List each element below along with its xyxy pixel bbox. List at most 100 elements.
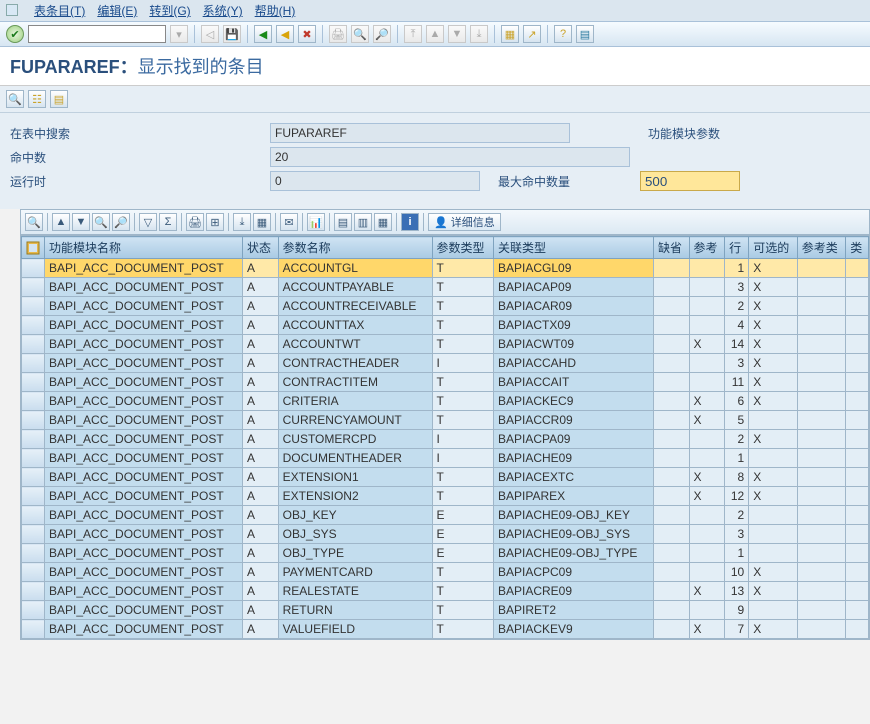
menu-item-system[interactable]: 系统(Y) — [203, 2, 243, 19]
menu-item-goto[interactable]: 转到(G) — [149, 2, 190, 19]
cell — [22, 278, 45, 297]
help-icon[interactable]: ? — [554, 25, 572, 43]
cell: CRITERIA — [278, 392, 432, 411]
refresh-icon[interactable]: 🔍 — [6, 90, 24, 108]
table-row[interactable]: BAPI_ACC_DOCUMENT_POSTAACCOUNTWTTBAPIACW… — [22, 335, 869, 354]
back-icon[interactable]: ◀ — [254, 25, 272, 43]
last-page-icon[interactable]: ⤓ — [470, 25, 488, 43]
cell: A — [243, 354, 279, 373]
col-ref[interactable]: 参考 — [689, 237, 725, 259]
maxhits-label: 最大命中数量 — [490, 173, 640, 190]
col-status[interactable]: 状态 — [243, 237, 279, 259]
cell: X — [749, 620, 798, 639]
cell: BAPI_ACC_DOCUMENT_POST — [45, 449, 243, 468]
next-page-icon[interactable]: ▼ — [448, 25, 466, 43]
command-input[interactable] — [28, 25, 166, 43]
first-page-icon[interactable]: ⤒ — [404, 25, 422, 43]
cell — [689, 563, 725, 582]
prev-page-icon[interactable]: ▲ — [426, 25, 444, 43]
alv-excel-icon[interactable]: ▦ — [253, 213, 271, 231]
cell — [653, 601, 689, 620]
select-all-icon[interactable] — [22, 237, 45, 259]
cell: BAPIACHE09-OBJ_TYPE — [494, 544, 654, 563]
alv-grid: 🔍 ▲ ▼ 🔍 🔎 ▽ Σ 🖨 ⊞ ⤓ ▦ ✉ 📊 ▤ ▥ ▦ i 👤 详细信息 — [20, 209, 870, 640]
col-line[interactable]: 行 — [725, 237, 749, 259]
alv-find-icon[interactable]: 🔍 — [92, 213, 110, 231]
menu-item-entries[interactable]: 表条目(T) — [34, 2, 85, 19]
table-row[interactable]: BAPI_ACC_DOCUMENT_POSTACONTRACTHEADERIBA… — [22, 354, 869, 373]
alv-total-icon[interactable]: Σ — [159, 213, 177, 231]
table-row[interactable]: BAPI_ACC_DOCUMENT_POSTAVALUEFIELDTBAPIAC… — [22, 620, 869, 639]
table-row[interactable]: BAPI_ACC_DOCUMENT_POSTAOBJ_KEYEBAPIACHE0… — [22, 506, 869, 525]
alv-layout-change-icon[interactable]: ▥ — [354, 213, 372, 231]
cell: 7 — [725, 620, 749, 639]
alv-print-icon[interactable]: 🖨 — [186, 213, 204, 231]
hierarchy-icon[interactable]: ☷ — [28, 90, 46, 108]
back-arrow-icon[interactable]: ◁ — [201, 25, 219, 43]
maxhits-input[interactable] — [640, 171, 740, 191]
cell: A — [243, 392, 279, 411]
alv-sort-desc-icon[interactable]: ▼ — [72, 213, 90, 231]
table-row[interactable]: BAPI_ACC_DOCUMENT_POSTAEXTENSION1TBAPIAC… — [22, 468, 869, 487]
table-row[interactable]: BAPI_ACC_DOCUMENT_POSTACONTRACTITEMTBAPI… — [22, 373, 869, 392]
alv-sort-asc-icon[interactable]: ▲ — [52, 213, 70, 231]
cancel-icon[interactable]: ✖ — [298, 25, 316, 43]
exit-icon[interactable]: ◀ — [276, 25, 294, 43]
alv-mail-icon[interactable]: ✉ — [280, 213, 298, 231]
cell — [22, 506, 45, 525]
cell: BAPIRET2 — [494, 601, 654, 620]
col-ptype[interactable]: 参数类型 — [432, 237, 493, 259]
list-icon[interactable]: ▤ — [50, 90, 68, 108]
alv-find-next-icon[interactable]: 🔎 — [112, 213, 130, 231]
table-row[interactable]: BAPI_ACC_DOCUMENT_POSTACRITERIATBAPIACKE… — [22, 392, 869, 411]
alv-export-icon[interactable]: ⤓ — [233, 213, 251, 231]
menu-item-edit[interactable]: 编辑(E) — [97, 2, 137, 19]
alv-details-icon[interactable]: 🔍 — [25, 213, 43, 231]
cell — [653, 430, 689, 449]
find-next-icon[interactable]: 🔎 — [373, 25, 391, 43]
layout-icon[interactable]: ▤ — [576, 25, 594, 43]
col-reftype[interactable]: 关联类型 — [494, 237, 654, 259]
alv-info-icon[interactable]: i — [401, 213, 419, 231]
cell — [653, 620, 689, 639]
table-row[interactable]: BAPI_ACC_DOCUMENT_POSTAACCOUNTGLTBAPIACG… — [22, 259, 869, 278]
col-class[interactable]: 类 — [846, 237, 869, 259]
ok-icon[interactable]: ✔ — [6, 25, 24, 43]
menu-item-help[interactable]: 帮助(H) — [255, 2, 296, 19]
col-param[interactable]: 参数名称 — [278, 237, 432, 259]
cell — [22, 487, 45, 506]
table-row[interactable]: BAPI_ACC_DOCUMENT_POSTAPAYMENTCARDTBAPIA… — [22, 563, 869, 582]
grid-scroll[interactable]: 功能模块名称 状态 参数名称 参数类型 关联类型 缺省 参考 行 可选的 参考类… — [20, 235, 870, 640]
save-icon[interactable]: 💾 — [223, 25, 241, 43]
shortcut-icon[interactable]: ↗ — [523, 25, 541, 43]
table-row[interactable]: BAPI_ACC_DOCUMENT_POSTARETURNTBAPIRET29 — [22, 601, 869, 620]
table-row[interactable]: BAPI_ACC_DOCUMENT_POSTAREALESTATETBAPIAC… — [22, 582, 869, 601]
table-row[interactable]: BAPI_ACC_DOCUMENT_POSTAACCOUNTRECEIVABLE… — [22, 297, 869, 316]
cell: BAPI_ACC_DOCUMENT_POST — [45, 316, 243, 335]
alv-detail-button[interactable]: 👤 详细信息 — [428, 213, 501, 231]
find-icon[interactable]: 🔍 — [351, 25, 369, 43]
alv-layout-icon[interactable]: ▤ — [334, 213, 352, 231]
table-row[interactable]: BAPI_ACC_DOCUMENT_POSTAOBJ_SYSEBAPIACHE0… — [22, 525, 869, 544]
col-fm[interactable]: 功能模块名称 — [45, 237, 243, 259]
col-refclass[interactable]: 参考类 — [797, 237, 846, 259]
alv-layout-save-icon[interactable]: ▦ — [374, 213, 392, 231]
dropdown-icon[interactable]: ▾ — [170, 25, 188, 43]
cell — [846, 373, 869, 392]
table-row[interactable]: BAPI_ACC_DOCUMENT_POSTAEXTENSION2TBAPIPA… — [22, 487, 869, 506]
table-row[interactable]: BAPI_ACC_DOCUMENT_POSTAACCOUNTPAYABLETBA… — [22, 278, 869, 297]
alv-filter-icon[interactable]: ▽ — [139, 213, 157, 231]
alv-graph-icon[interactable]: 📊 — [307, 213, 325, 231]
cell: X — [749, 354, 798, 373]
print-icon[interactable]: 🖨 — [329, 25, 347, 43]
table-row[interactable]: BAPI_ACC_DOCUMENT_POSTADOCUMENTHEADERIBA… — [22, 449, 869, 468]
table-row[interactable]: BAPI_ACC_DOCUMENT_POSTACUSTOMERCPDIBAPIA… — [22, 430, 869, 449]
table-row[interactable]: BAPI_ACC_DOCUMENT_POSTAACCOUNTTAXTBAPIAC… — [22, 316, 869, 335]
cell — [689, 601, 725, 620]
new-session-icon[interactable]: ▦ — [501, 25, 519, 43]
alv-view-icon[interactable]: ⊞ — [206, 213, 224, 231]
col-optional[interactable]: 可选的 — [749, 237, 798, 259]
table-row[interactable]: BAPI_ACC_DOCUMENT_POSTAOBJ_TYPEEBAPIACHE… — [22, 544, 869, 563]
col-default[interactable]: 缺省 — [653, 237, 689, 259]
table-row[interactable]: BAPI_ACC_DOCUMENT_POSTACURRENCYAMOUNTTBA… — [22, 411, 869, 430]
